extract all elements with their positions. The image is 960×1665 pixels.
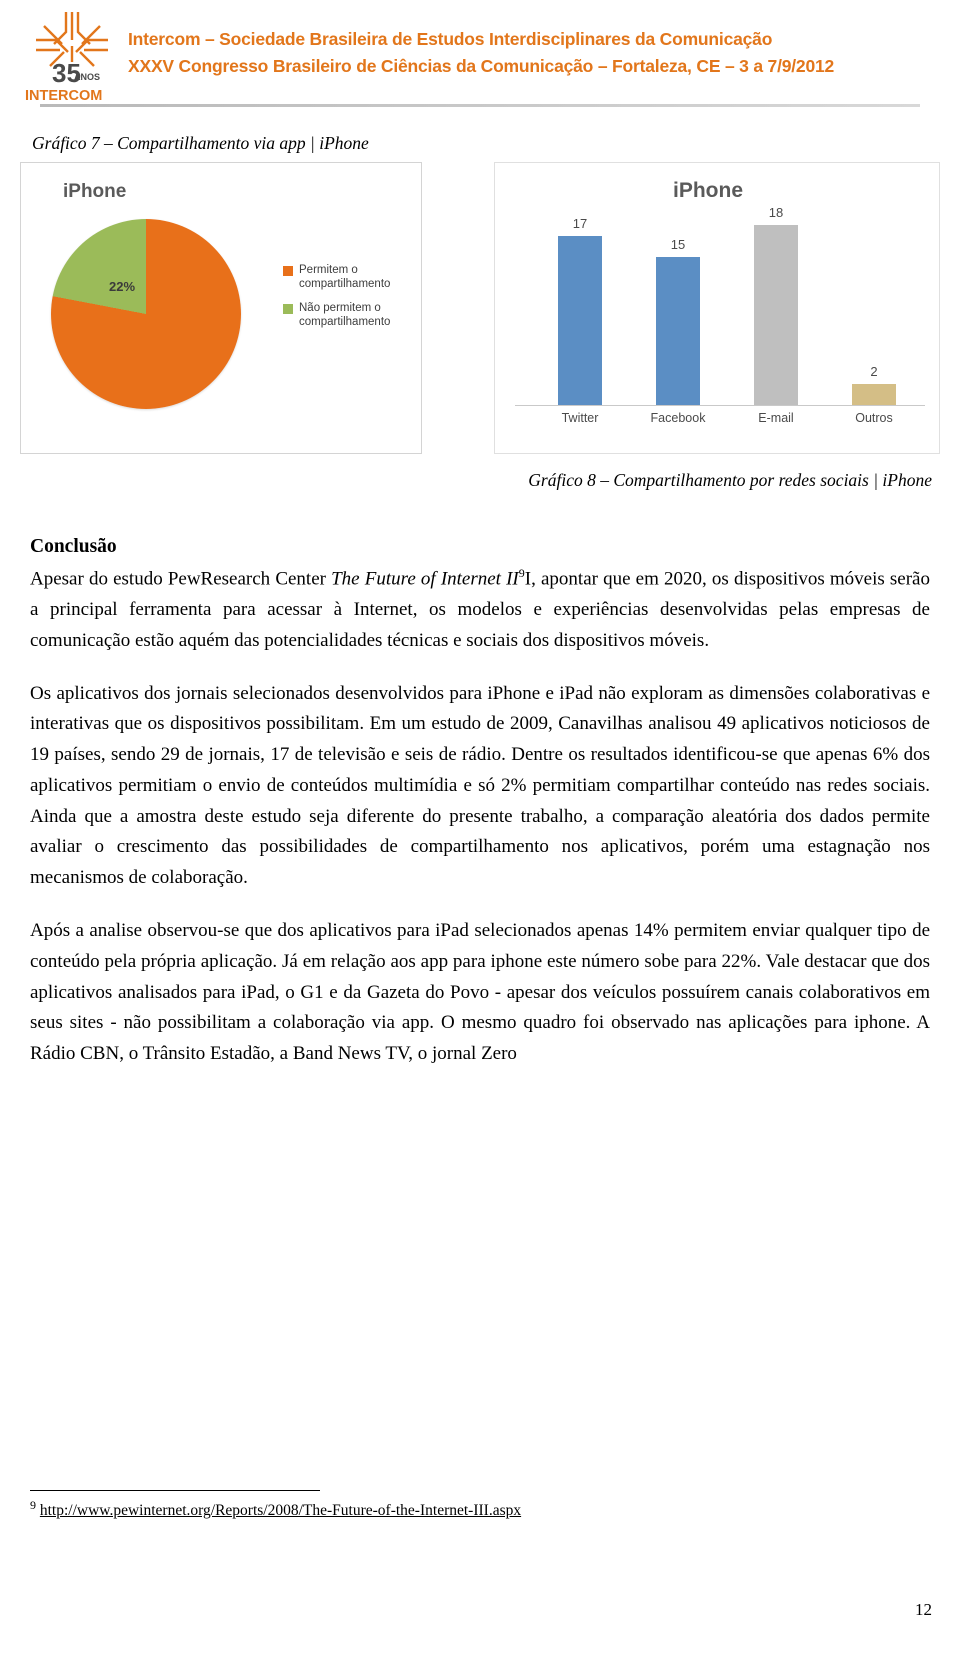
legend-item-nao-permitem: Não permitem o compartilhamento	[283, 301, 413, 330]
bar-value-outros: 2	[870, 364, 878, 380]
paragraph-1: Apesar do estudo PewResearch Center The …	[30, 564, 930, 657]
bar-cell: 15	[629, 215, 727, 405]
section-title-conclusao: Conclusão	[30, 536, 117, 557]
header-line-2: XXXV Congresso Brasileiro de Ciências da…	[128, 56, 835, 77]
p1-italic-title: The Future of Internet II	[331, 568, 519, 590]
header-text-block: Intercom – Sociedade Brasileira de Estud…	[128, 26, 928, 80]
bar-x-labels: Twitter Facebook E-mail Outros	[531, 411, 923, 425]
bar-cell: 18	[727, 205, 825, 405]
pie-label-nao-permitem: 22%	[109, 279, 136, 294]
bar-value-email: 18	[768, 204, 784, 220]
bar-cell: 2	[825, 215, 923, 405]
legend-label-nao-permitem: Não permitem o compartilhamento	[299, 301, 391, 329]
bar-email: 18	[754, 205, 798, 405]
footnote-link[interactable]: http://www.pewinternet.org/Reports/2008/…	[40, 1502, 521, 1519]
pie-chart-grafico-7: iPhone 22% 78% Permitem o compartilhamen…	[20, 162, 422, 454]
legend-swatch-nao-permitem	[283, 303, 293, 314]
legend-label-permitem: Permitem o compartilhamento	[299, 264, 391, 291]
bar-x-axis	[521, 405, 925, 406]
bar-facebook: 15	[656, 237, 700, 405]
pie-legend: Permitem o compartilhamento Não permitem…	[283, 263, 413, 339]
legend-item-permitem: Permitem o compartilhamento	[283, 263, 413, 292]
charts-row: iPhone 22% 78% Permitem o compartilhamen…	[20, 162, 940, 454]
xlabel-email: E-mail	[758, 411, 794, 425]
bar-twitter: 17	[558, 216, 602, 405]
paragraph-2: Os aplicativos dos jornais selecionados …	[30, 682, 930, 889]
svg-text:INTERCOM: INTERCOM	[25, 88, 102, 104]
footnote-separator	[30, 1490, 320, 1491]
caption-grafico-7: Gráfico 7 – Compartilhamento via app | i…	[32, 133, 369, 153]
bar-value-facebook: 15	[670, 236, 686, 252]
xlabel-outros: Outros	[855, 411, 893, 425]
bar-value-twitter: 17	[572, 215, 588, 231]
pie-slices	[51, 219, 241, 409]
bar-cell: 17	[531, 215, 629, 405]
caption-grafico-8: Gráfico 8 – Compartilhamento por redes s…	[528, 470, 932, 490]
intercom-logo: 35 ANOS INTERCOM	[22, 10, 122, 105]
bar-plot-area: 17 15 18 2	[531, 205, 923, 405]
pie-graphic: 22% 78%	[51, 219, 251, 434]
bar-series: 17 15 18 2	[531, 205, 923, 405]
svg-text:ANOS: ANOS	[74, 72, 100, 82]
document-page: 35 ANOS INTERCOM Intercom – Sociedade Br…	[0, 0, 960, 1665]
bar-chart-title: iPhone	[673, 179, 744, 202]
bar-outros: 2	[852, 364, 896, 405]
intercom-logo-icon: 35 ANOS INTERCOM	[25, 12, 108, 104]
bar-chart-grafico-8: iPhone 17 15 18 2 Twitter Facebook E-mai…	[494, 162, 940, 454]
footnote-marker: 9	[30, 1498, 36, 1512]
paragraph-3: Após a analise observou-se que dos aplic…	[30, 919, 930, 1065]
header-line-1: Intercom – Sociedade Brasileira de Estud…	[128, 29, 773, 49]
pie-chart-title: iPhone	[63, 181, 127, 202]
document-body: Conclusão Apesar do estudo PewResearch C…	[30, 536, 930, 1073]
footnote: 9 http://www.pewinternet.org/Reports/200…	[30, 1498, 521, 1520]
page-header: 35 ANOS INTERCOM Intercom – Sociedade Br…	[0, 0, 960, 118]
xlabel-twitter: Twitter	[561, 411, 599, 425]
pie-label-permitem: 78%	[189, 419, 216, 434]
p1-part-a: Apesar do estudo PewResearch Center	[30, 568, 332, 590]
xlabel-facebook: Facebook	[650, 411, 706, 425]
page-number: 12	[915, 1600, 932, 1619]
legend-swatch-permitem	[283, 266, 293, 276]
header-divider	[40, 104, 920, 107]
